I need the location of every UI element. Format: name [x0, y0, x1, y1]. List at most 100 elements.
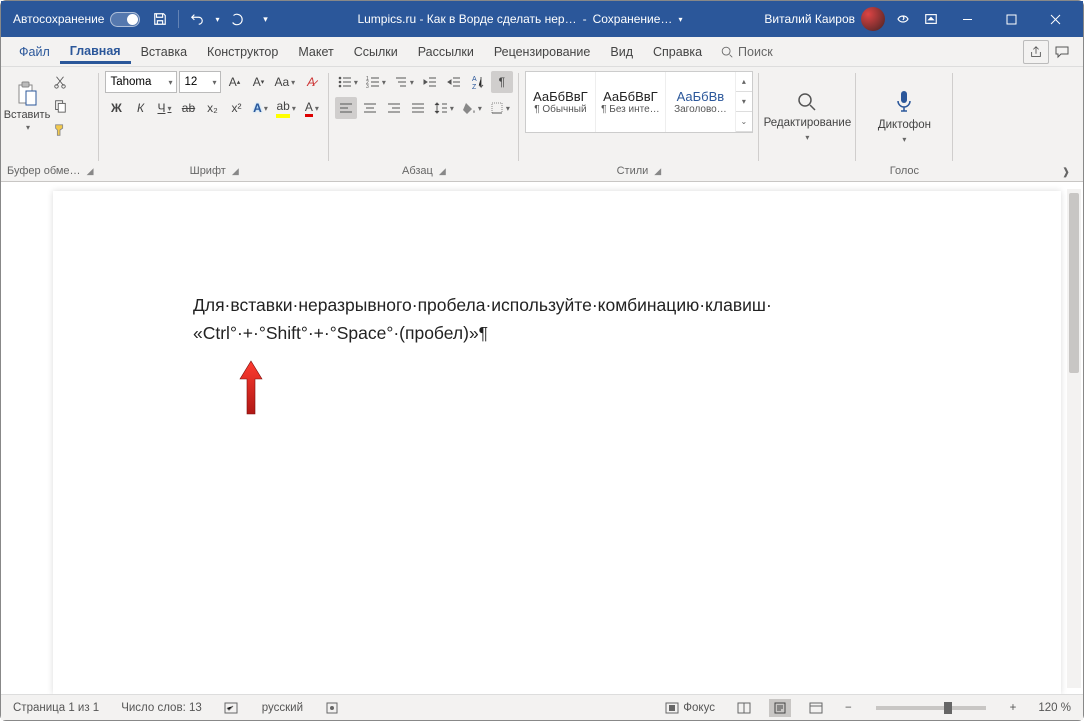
paste-button[interactable]: Вставить: [7, 76, 47, 136]
borders-button[interactable]: [487, 97, 513, 119]
document-title: Lumpics.ru - Как в Ворде сделать нер… - …: [279, 12, 760, 26]
clear-format-button[interactable]: A̷: [300, 71, 322, 93]
group-clipboard: Вставить Буфер обме…◢: [1, 67, 99, 181]
strike-button[interactable]: ab: [177, 97, 199, 119]
minimize-button[interactable]: [945, 4, 989, 34]
ribbon-display-icon[interactable]: [917, 5, 945, 33]
styles-launcher-icon[interactable]: ◢: [654, 166, 661, 177]
justify-button[interactable]: [407, 97, 429, 119]
underline-button[interactable]: Ч: [153, 97, 175, 119]
macro-button[interactable]: [321, 695, 343, 720]
autosave-toggle[interactable]: Автосохранение: [7, 12, 146, 27]
change-case-button[interactable]: Aa: [271, 71, 298, 93]
close-button[interactable]: [1033, 4, 1077, 34]
page[interactable]: Для·вставки·неразрывного·пробела·использ…: [53, 191, 1061, 694]
show-marks-button[interactable]: ¶: [491, 71, 513, 93]
copy-button[interactable]: [49, 95, 71, 117]
zoom-level[interactable]: 120 %: [1034, 695, 1075, 720]
print-layout-button[interactable]: [769, 699, 791, 717]
tab-view[interactable]: Вид: [600, 41, 643, 63]
tab-mailings[interactable]: Рассылки: [408, 41, 484, 63]
editing-button[interactable]: Редактирование ▾: [765, 71, 850, 161]
decrease-indent-button[interactable]: [419, 71, 441, 93]
text-effects-button[interactable]: A: [249, 97, 271, 119]
menu-bar: Файл Главная Вставка Конструктор Макет С…: [1, 37, 1083, 67]
read-mode-button[interactable]: [733, 699, 755, 717]
vertical-scrollbar[interactable]: [1067, 189, 1081, 688]
share-button[interactable]: [1023, 40, 1049, 64]
shrink-font-button[interactable]: A▾: [247, 71, 269, 93]
group-styles: АаБбВвГ¶ Обычный АаБбВвГ¶ Без инте… АаБб…: [519, 67, 759, 181]
collapse-ribbon-button[interactable]: ❱: [1055, 161, 1077, 183]
zoom-in-button[interactable]: +: [1006, 695, 1021, 720]
page-count[interactable]: Страница 1 из 1: [9, 695, 103, 720]
style-heading1[interactable]: АаБбВвЗаголово…: [666, 72, 736, 132]
style-nospacing[interactable]: АаБбВвГ¶ Без инте…: [596, 72, 666, 132]
align-center-button[interactable]: [359, 97, 381, 119]
bullets-button[interactable]: [335, 71, 361, 93]
save-icon[interactable]: [146, 5, 174, 33]
maximize-button[interactable]: [989, 4, 1033, 34]
align-left-button[interactable]: [335, 97, 357, 119]
tab-help[interactable]: Справка: [643, 41, 712, 63]
web-layout-button[interactable]: [805, 699, 827, 717]
title-dropdown-icon[interactable]: ▾: [678, 15, 682, 24]
title-bar: Автосохранение ▾ ▾ Lumpics.ru - Как в Во…: [1, 1, 1083, 37]
format-painter-button[interactable]: [49, 119, 71, 141]
group-voice: Диктофон ▾ Голос: [856, 67, 953, 181]
clipboard-launcher-icon[interactable]: ◢: [87, 166, 94, 177]
qat-customize-icon[interactable]: ▾: [251, 5, 279, 33]
tab-file[interactable]: Файл: [9, 41, 60, 63]
cut-button[interactable]: [49, 71, 71, 93]
autosave-label: Автосохранение: [13, 12, 104, 26]
styles-gallery[interactable]: АаБбВвГ¶ Обычный АаБбВвГ¶ Без инте… АаБб…: [525, 71, 753, 133]
increase-indent-button[interactable]: [443, 71, 465, 93]
highlight-button[interactable]: ab: [273, 97, 298, 119]
subscript-button[interactable]: x₂: [201, 97, 223, 119]
zoom-out-button[interactable]: −: [841, 695, 856, 720]
tab-home[interactable]: Главная: [60, 40, 131, 64]
tab-layout[interactable]: Макет: [288, 41, 343, 63]
word-count[interactable]: Число слов: 13: [117, 695, 206, 720]
toggle-switch-icon: [110, 12, 140, 27]
style-normal[interactable]: АаБбВвГ¶ Обычный: [526, 72, 596, 132]
align-right-button[interactable]: [383, 97, 405, 119]
font-name-combo[interactable]: Tahoma: [105, 71, 177, 93]
language-button[interactable]: русский: [258, 695, 307, 720]
font-launcher-icon[interactable]: ◢: [232, 166, 239, 177]
coming-soon-icon[interactable]: [889, 5, 917, 33]
undo-icon[interactable]: [183, 5, 211, 33]
undo-dropdown-icon[interactable]: ▾: [211, 5, 223, 33]
dictate-button[interactable]: Диктофон ▾: [862, 71, 947, 161]
redo-icon[interactable]: [223, 5, 251, 33]
grow-font-button[interactable]: A▴: [223, 71, 245, 93]
spell-check-button[interactable]: [220, 695, 244, 720]
tab-insert[interactable]: Вставка: [131, 41, 197, 63]
document-text[interactable]: Для·вставки·неразрывного·пробела·использ…: [193, 291, 921, 347]
line-spacing-button[interactable]: [431, 97, 457, 119]
italic-button[interactable]: К: [129, 97, 151, 119]
superscript-button[interactable]: x²: [225, 97, 247, 119]
search-box[interactable]: Поиск: [712, 43, 781, 61]
multilevel-button[interactable]: [391, 71, 417, 93]
tab-design[interactable]: Конструктор: [197, 41, 288, 63]
shading-button[interactable]: [459, 97, 485, 119]
focus-icon: [665, 702, 679, 714]
tab-review[interactable]: Рецензирование: [484, 41, 601, 63]
zoom-slider[interactable]: [876, 706, 986, 710]
tab-references[interactable]: Ссылки: [344, 41, 408, 63]
font-color-button[interactable]: A: [301, 97, 323, 119]
user-account[interactable]: Виталий Каиров: [760, 7, 889, 31]
numbering-button[interactable]: 123: [363, 71, 389, 93]
user-name-label: Виталий Каиров: [764, 12, 855, 26]
document-area: Для·вставки·неразрывного·пробела·использ…: [1, 183, 1083, 694]
font-size-combo[interactable]: 12: [179, 71, 221, 93]
status-bar: Страница 1 из 1 Число слов: 13 русский Ф…: [1, 694, 1083, 720]
sort-button[interactable]: AZ: [467, 71, 489, 93]
styles-scroll[interactable]: ▴▾⌄: [736, 72, 752, 132]
comments-button[interactable]: [1049, 40, 1075, 64]
focus-mode-button[interactable]: Фокус: [661, 695, 719, 720]
group-font: Tahoma 12 A▴ A▾ Aa A̷ Ж К Ч ab x₂ x² A a…: [99, 67, 328, 181]
bold-button[interactable]: Ж: [105, 97, 127, 119]
paragraph-launcher-icon[interactable]: ◢: [439, 166, 446, 177]
